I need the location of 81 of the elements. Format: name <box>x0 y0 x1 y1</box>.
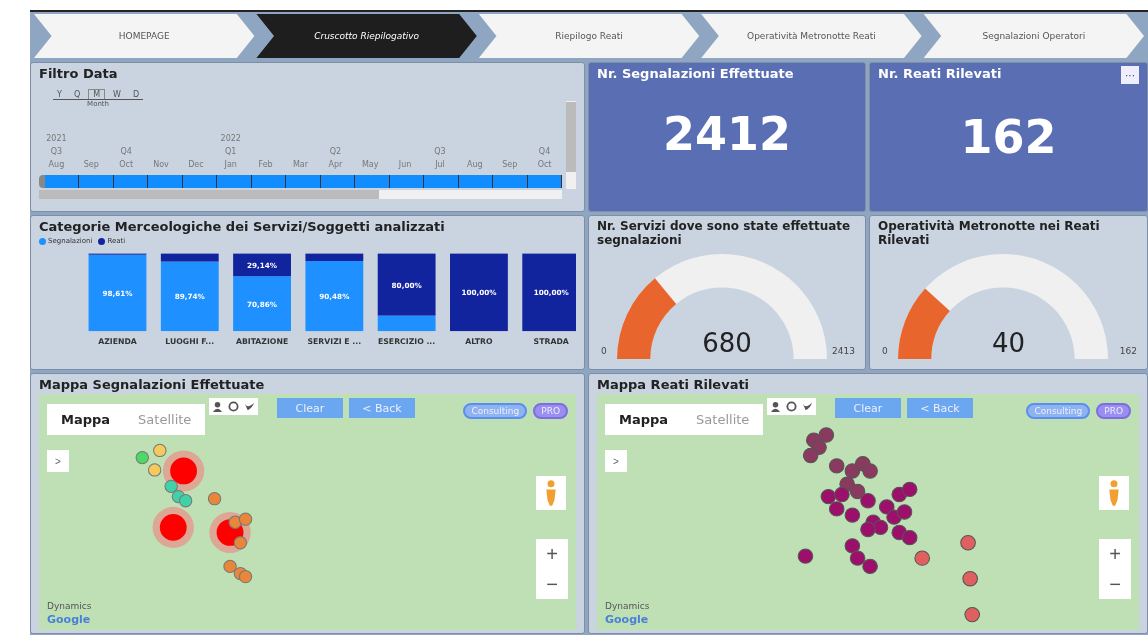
quarter-label: Q3 <box>50 147 63 158</box>
timeline-segment[interactable] <box>458 175 494 188</box>
vertical-scrollbar[interactable] <box>566 101 576 189</box>
google-logo: Google <box>47 613 92 626</box>
timeline-segment[interactable] <box>389 175 425 188</box>
timeline-segment[interactable] <box>527 175 562 188</box>
month-label: Sep <box>82 160 100 171</box>
person-icon[interactable] <box>770 401 781 412</box>
month-label: Dec <box>187 160 205 171</box>
month-label: Aug <box>47 160 66 171</box>
timeline-segment[interactable] <box>148 175 183 188</box>
quarter-label: Q4 <box>120 147 132 158</box>
dynamics-logo: Dynamics <box>605 601 650 611</box>
month-label: Oct <box>536 160 553 171</box>
granularity-option[interactable]: Q <box>69 89 85 99</box>
month-label: Apr <box>327 160 344 171</box>
timeline-segment[interactable] <box>217 175 252 188</box>
granularity-option[interactable]: D <box>129 89 144 99</box>
nav-tab[interactable]: Segnalazioni Operatori <box>923 14 1145 58</box>
month-label: Aug <box>466 160 484 171</box>
dynamics-logo: Dynamics <box>47 601 92 611</box>
timeline-segment[interactable] <box>79 175 114 188</box>
timeline-segment[interactable] <box>182 175 218 188</box>
expand-button[interactable]: > <box>47 450 69 472</box>
google-logo: Google <box>605 613 650 626</box>
quarter-label: Q3 <box>434 147 446 158</box>
month-label: Oct <box>118 160 135 171</box>
timeline-segment[interactable] <box>113 175 149 188</box>
circle-icon[interactable] <box>786 401 797 412</box>
gauge-value: 680 <box>702 327 752 358</box>
month-label: Feb <box>257 160 274 171</box>
timeline-segment[interactable] <box>355 175 390 188</box>
nav-tab[interactable]: Riepilogo Reati <box>478 14 700 58</box>
gauge-min-label: 0 <box>601 345 607 356</box>
month-label: Jun <box>397 160 413 171</box>
map-placeholder[interactable]: Mappa Satellite Clear < Back Consulting PRO > + − Dynamics Google <box>597 394 1139 630</box>
gauge-max-label: 2413 <box>832 345 855 356</box>
year-label: 2021 <box>46 134 67 145</box>
year-label: 2022 <box>220 134 241 145</box>
month-label: Jan <box>223 160 238 171</box>
timeline-segment[interactable] <box>424 175 459 188</box>
month-label: Nov <box>152 160 170 171</box>
quarter-label: Q4 <box>538 147 551 158</box>
circle-icon[interactable] <box>228 401 239 412</box>
card-title: Filtro Data <box>39 66 119 81</box>
more-options-button[interactable]: ··· <box>1121 66 1139 84</box>
granularity-option[interactable]: M <box>88 89 106 99</box>
map-placeholder[interactable]: Mappa Satellite Clear < Back Consulting PRO > + − Dynamics Google <box>39 394 576 630</box>
nav-tab[interactable]: HOMEPAGE <box>34 14 255 58</box>
nav-tab[interactable]: Cruscotto Riepilogativo <box>256 14 477 58</box>
granularity-option[interactable]: W <box>109 89 125 99</box>
month-label: May <box>360 160 380 171</box>
month-label: Mar <box>291 160 310 171</box>
gauge-max-label: 162 <box>1119 345 1137 356</box>
quarter-label: Q1 <box>225 147 237 158</box>
expand-button[interactable]: > <box>605 450 627 472</box>
timeline-segment[interactable] <box>493 175 528 188</box>
kpi-value: 162 <box>959 110 1058 164</box>
card-title: Nr. Reati Rilevati <box>878 66 1002 83</box>
card-title: Categorie Merceologiche dei Servizi/Soggetti analizzati <box>39 219 446 234</box>
month-label: Jul <box>434 160 446 171</box>
kpi-value: 2412 <box>662 107 792 161</box>
nav-tab[interactable]: Operatività Metronotte Reati <box>701 14 922 58</box>
month-label: Sep <box>501 160 519 171</box>
gauge-value: 40 <box>991 327 1026 358</box>
gauge-min-label: 0 <box>882 345 888 356</box>
card-title: Operatività Metronotte nei Reati Rilevati <box>878 219 1101 248</box>
card-title: Nr. Segnalazioni Effettuate <box>597 66 794 81</box>
timeline-segment[interactable] <box>286 175 321 188</box>
person-icon[interactable] <box>212 401 223 412</box>
granularity-option[interactable]: Y <box>53 89 66 99</box>
pegman-icon[interactable] <box>536 476 566 510</box>
timeline-segment[interactable] <box>45 175 80 188</box>
timeline-segment[interactable] <box>320 175 356 188</box>
card-title: Nr. Servizi dove sono state effettuate segnalazioni <box>597 219 852 248</box>
card-title: Mappa Reati Rilevati <box>597 377 751 392</box>
timeline-segment[interactable] <box>251 175 287 188</box>
quarter-label: Q2 <box>329 147 342 158</box>
horizontal-scrollbar[interactable] <box>39 190 562 199</box>
card-title: Mappa Segnalazioni Effettuate <box>39 377 266 392</box>
pegman-icon[interactable] <box>1099 476 1129 510</box>
